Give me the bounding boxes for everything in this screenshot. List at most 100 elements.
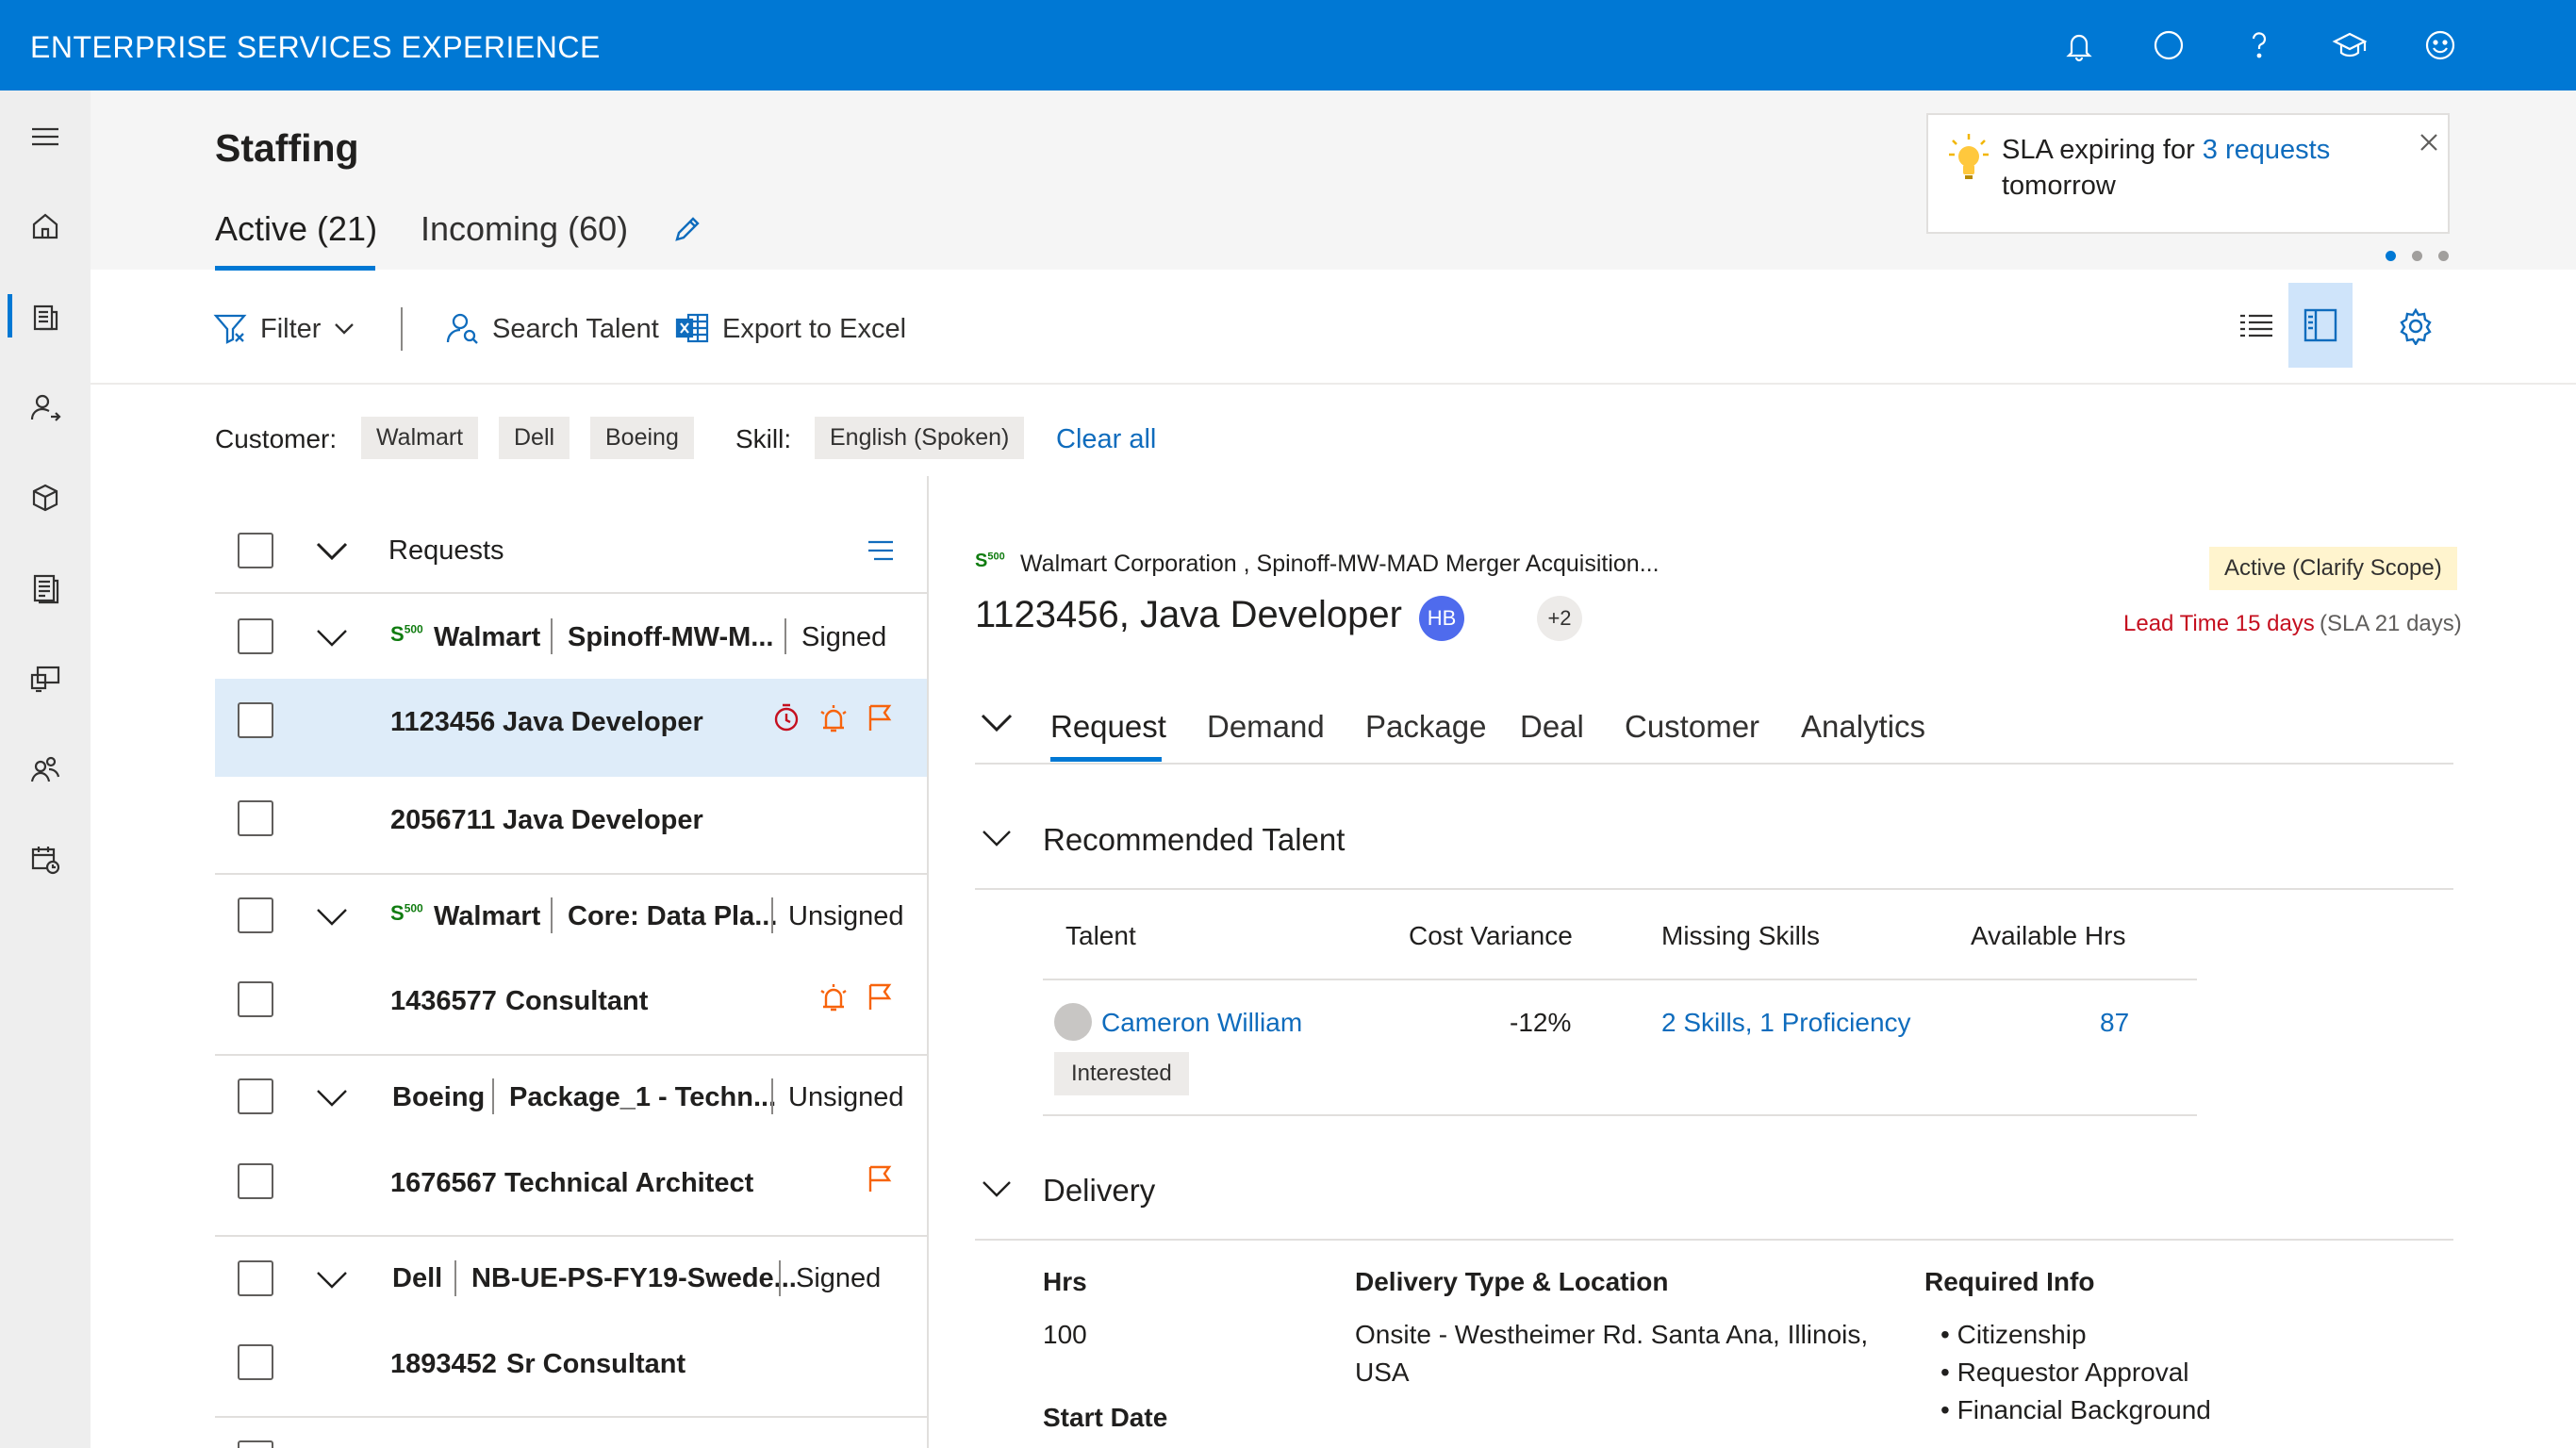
chevron-down-icon[interactable] bbox=[314, 624, 350, 652]
row-checkbox[interactable] bbox=[238, 800, 273, 836]
request-role[interactable]: Technical Architect bbox=[504, 1168, 753, 1199]
tab-package[interactable]: Package bbox=[1365, 709, 1486, 745]
chevron-down-icon[interactable] bbox=[979, 709, 1015, 737]
required-info-text: Financial Background bbox=[1957, 1395, 2211, 1424]
request-role[interactable]: Sr Consultant bbox=[506, 1349, 685, 1380]
avatar[interactable]: HB bbox=[1419, 596, 1464, 641]
calendar-icon[interactable] bbox=[26, 841, 64, 879]
pager-dot[interactable] bbox=[2412, 251, 2422, 261]
row-checkbox[interactable] bbox=[238, 1163, 273, 1199]
filter-button[interactable]: Filter bbox=[260, 314, 321, 345]
settings-gear-icon[interactable] bbox=[2397, 307, 2435, 345]
requests-header: Requests bbox=[388, 535, 504, 566]
search-talent-button[interactable]: Search Talent bbox=[492, 314, 659, 345]
delivery-type-line2: USA bbox=[1355, 1358, 1410, 1387]
list-view-icon[interactable] bbox=[2238, 309, 2274, 345]
row-checkbox[interactable] bbox=[238, 981, 273, 1017]
excel-icon[interactable] bbox=[675, 311, 709, 345]
help-icon[interactable] bbox=[2240, 26, 2278, 64]
hamburger-icon[interactable] bbox=[26, 118, 64, 156]
smiley-icon[interactable] bbox=[2421, 26, 2459, 64]
request-id: 1436577 bbox=[390, 986, 497, 1016]
tab-active[interactable]: Active (21) bbox=[215, 209, 377, 249]
chevron-down-icon[interactable] bbox=[314, 1266, 350, 1294]
close-icon[interactable] bbox=[2419, 132, 2439, 153]
missing-skills-link[interactable]: 2 Skills, 1 Proficiency bbox=[1661, 1008, 1911, 1038]
lead-time: Lead Time 15 days bbox=[2123, 611, 2315, 636]
export-excel-button[interactable]: Export to Excel bbox=[722, 314, 906, 345]
chevron-down-icon[interactable] bbox=[314, 903, 350, 931]
pager-dot-active[interactable] bbox=[2386, 251, 2396, 261]
person-icon[interactable] bbox=[26, 388, 64, 426]
tab-deal[interactable]: Deal bbox=[1520, 709, 1584, 745]
customer-chip[interactable]: Dell bbox=[499, 417, 570, 459]
skill-chip[interactable]: English (Spoken) bbox=[815, 417, 1025, 459]
chevron-down-icon[interactable] bbox=[981, 826, 1013, 850]
report-icon[interactable] bbox=[26, 569, 64, 607]
s500-badge: S500 bbox=[975, 551, 1005, 571]
s500-badge: S500 bbox=[390, 901, 423, 925]
device-icon[interactable] bbox=[26, 660, 64, 698]
tab-analytics[interactable]: Analytics bbox=[1801, 709, 1925, 745]
talent-name-link[interactable]: Cameron William bbox=[1101, 1008, 1302, 1038]
requests-link[interactable]: 3 requests bbox=[2203, 135, 2330, 165]
row-separator bbox=[215, 873, 927, 875]
tab-customer[interactable]: Customer bbox=[1625, 709, 1759, 745]
required-info-item: • Citizenship bbox=[1940, 1320, 2087, 1349]
section-separator bbox=[975, 888, 2453, 890]
staffing-icon[interactable] bbox=[26, 298, 64, 336]
available-hrs-link[interactable]: 87 bbox=[2100, 1008, 2129, 1038]
tab-demand[interactable]: Demand bbox=[1207, 709, 1325, 745]
pager-dot[interactable] bbox=[2438, 251, 2449, 261]
delivery-type-label: Delivery Type & Location bbox=[1355, 1267, 1669, 1296]
sort-lines-icon[interactable] bbox=[866, 539, 896, 562]
timer-icon bbox=[771, 702, 801, 732]
request-role[interactable]: Java Developer bbox=[503, 707, 703, 738]
sla-days: (SLA 21 days) bbox=[2320, 611, 2462, 636]
chevron-down-icon[interactable] bbox=[314, 537, 350, 566]
chevron-down-icon[interactable] bbox=[314, 1084, 350, 1112]
customer-filter-label: Customer: bbox=[215, 424, 338, 453]
table-header-separator bbox=[1043, 979, 2197, 980]
tab-incoming[interactable]: Incoming (60) bbox=[421, 209, 628, 249]
sla-notification: SLA expiring for 3 requests tomorrow bbox=[1926, 113, 2450, 234]
learning-icon[interactable] bbox=[2331, 26, 2369, 64]
flag-icon bbox=[866, 981, 894, 1012]
group-project[interactable]: Package_1 - Techn... bbox=[509, 1082, 776, 1113]
circle-icon[interactable] bbox=[2150, 26, 2188, 64]
chevron-down-icon[interactable] bbox=[981, 1176, 1013, 1201]
required-info-text: Requestor Approval bbox=[1957, 1358, 2189, 1387]
split-view-button[interactable] bbox=[2288, 283, 2353, 368]
row-checkbox[interactable] bbox=[238, 1344, 273, 1380]
group-project[interactable]: NB-UE-PS-FY19-Swede... bbox=[471, 1263, 797, 1294]
package-icon[interactable] bbox=[26, 479, 64, 517]
interested-badge: Interested bbox=[1054, 1052, 1189, 1095]
clear-all-link[interactable]: Clear all bbox=[1056, 424, 1156, 455]
filter-icon[interactable] bbox=[213, 311, 247, 345]
tab-request[interactable]: Request bbox=[1050, 709, 1166, 745]
select-all-checkbox[interactable] bbox=[238, 533, 273, 568]
request-role[interactable]: Consultant bbox=[505, 986, 648, 1017]
search-talent-icon[interactable] bbox=[445, 311, 479, 345]
group-project[interactable]: Spinoff-MW-M... bbox=[568, 622, 773, 653]
group-checkbox[interactable] bbox=[238, 1078, 273, 1114]
customer-chip[interactable]: Walmart bbox=[361, 417, 479, 459]
home-icon[interactable] bbox=[26, 207, 64, 245]
group-project[interactable]: Core: Data Pla... bbox=[568, 901, 777, 932]
request-id: 2056711 bbox=[390, 805, 496, 835]
customer-chip[interactable]: Boeing bbox=[590, 417, 694, 459]
group-checkbox[interactable] bbox=[238, 1260, 273, 1296]
edit-icon[interactable] bbox=[669, 211, 705, 247]
more-people-badge[interactable]: +2 bbox=[1537, 596, 1582, 641]
row-separator bbox=[215, 1416, 927, 1418]
group-checkbox[interactable] bbox=[238, 618, 273, 654]
request-role[interactable]: Java Developer bbox=[503, 805, 703, 836]
group-checkbox[interactable] bbox=[238, 897, 273, 933]
separator bbox=[771, 897, 773, 933]
people-icon[interactable] bbox=[26, 750, 64, 788]
chevron-down-icon[interactable] bbox=[332, 317, 356, 341]
row-checkbox[interactable] bbox=[238, 1440, 273, 1448]
bell-icon[interactable] bbox=[2060, 26, 2098, 64]
row-checkbox[interactable] bbox=[238, 702, 273, 738]
col-talent: Talent bbox=[1065, 921, 1136, 950]
